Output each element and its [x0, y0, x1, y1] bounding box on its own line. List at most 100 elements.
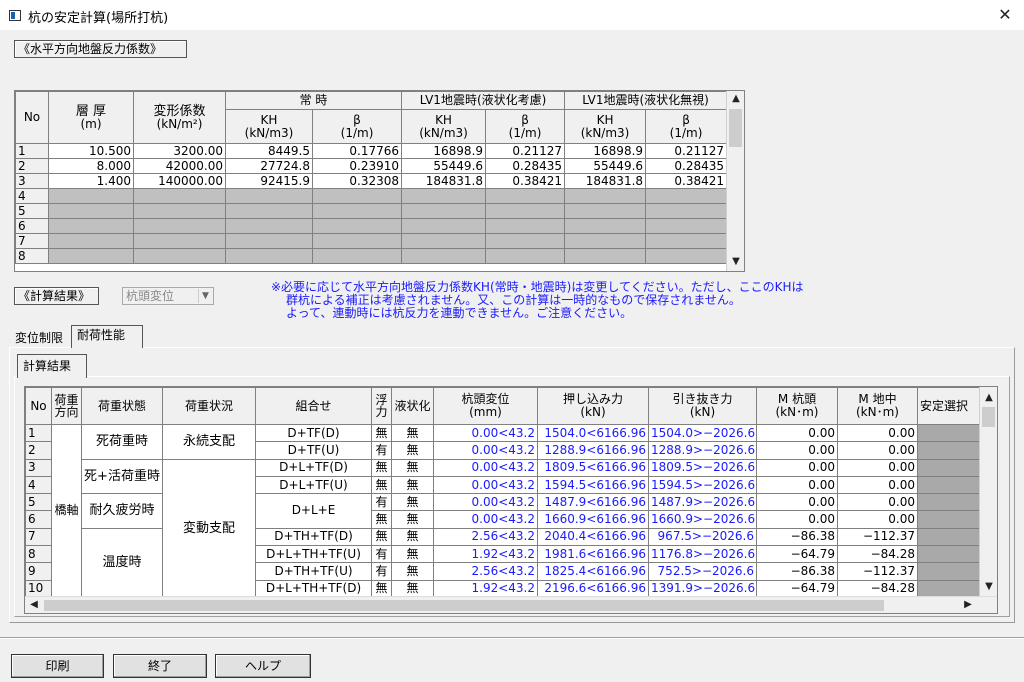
data-cell[interactable]	[401, 233, 487, 249]
data-cell[interactable]	[311, 203, 403, 219]
data-cell[interactable]	[311, 218, 403, 234]
stability-select-cell[interactable]	[917, 441, 982, 460]
data-cell[interactable]: 184831.8	[564, 173, 647, 189]
data-cell[interactable]	[564, 218, 647, 234]
data-cell[interactable]: 16898.9	[401, 143, 487, 159]
data-cell[interactable]: 0.28435	[485, 158, 566, 174]
data-cell[interactable]	[225, 203, 313, 219]
stability-select-cell[interactable]	[917, 510, 982, 529]
data-cell[interactable]	[225, 188, 313, 204]
data-cell[interactable]	[133, 203, 226, 219]
data-cell[interactable]	[645, 188, 728, 204]
data-cell[interactable]	[564, 248, 647, 264]
help-button[interactable]: ヘルプ	[215, 654, 311, 678]
data-cell[interactable]	[401, 188, 487, 204]
tab-displacement-limit[interactable]: 変位制限	[9, 328, 69, 348]
data-cell[interactable]	[48, 203, 134, 219]
table-row: 3 1.400 140000.00 92415.9 0.32308 184831.8 0.3…	[15, 173, 728, 189]
data-cell[interactable]	[645, 218, 728, 234]
data-cell[interactable]	[48, 188, 134, 204]
data-cell[interactable]: 0.38421	[485, 173, 566, 189]
data-cell[interactable]	[485, 218, 566, 234]
data-cell[interactable]	[401, 248, 487, 264]
scroll-right-icon[interactable]: ▶	[960, 597, 976, 613]
data-cell[interactable]: 140000.00	[133, 173, 226, 189]
row-number: 1	[25, 423, 52, 443]
buoyancy-cell: 有	[371, 441, 392, 460]
data-cell[interactable]	[401, 203, 487, 219]
data-cell[interactable]	[645, 233, 728, 249]
data-cell[interactable]: 16898.9	[564, 143, 647, 159]
data-cell[interactable]: 0.21127	[485, 143, 566, 159]
data-cell[interactable]	[225, 218, 313, 234]
scroll-down-icon[interactable]: ▼	[728, 254, 744, 270]
data-cell[interactable]	[48, 248, 134, 264]
data-cell[interactable]: 184831.8	[401, 173, 487, 189]
data-cell[interactable]: 8.000	[48, 158, 134, 174]
data-cell[interactable]	[401, 218, 487, 234]
data-cell[interactable]: 92415.9	[225, 173, 313, 189]
data-cell[interactable]: 55449.6	[564, 158, 647, 174]
scroll-left-icon[interactable]: ◀	[26, 597, 42, 613]
data-cell[interactable]	[311, 233, 403, 249]
scroll-thumb[interactable]	[729, 109, 742, 147]
data-cell[interactable]: 3200.00	[133, 143, 226, 159]
data-cell[interactable]	[645, 248, 728, 264]
stability-select-cell[interactable]	[917, 562, 982, 581]
result-vscrollbar[interactable]: ▲ ▼	[979, 387, 997, 596]
load-direction-cell: 橋軸	[51, 424, 82, 598]
top-table-vscrollbar[interactable]: ▲ ▼	[726, 91, 744, 271]
data-cell[interactable]: 0.21127	[645, 143, 728, 159]
close-button[interactable]: ✕	[990, 3, 1020, 27]
scroll-up-icon[interactable]: ▲	[728, 91, 744, 107]
data-cell[interactable]	[133, 233, 226, 249]
data-cell[interactable]	[485, 233, 566, 249]
print-button[interactable]: 印刷	[11, 654, 104, 678]
data-cell[interactable]	[564, 233, 647, 249]
tab-load-performance[interactable]: 耐荷性能	[71, 325, 143, 348]
data-cell[interactable]	[485, 188, 566, 204]
data-cell[interactable]: 0.38421	[645, 173, 728, 189]
data-cell[interactable]	[485, 248, 566, 264]
data-cell[interactable]	[133, 188, 226, 204]
stability-select-cell[interactable]	[917, 458, 982, 477]
data-cell[interactable]	[311, 248, 403, 264]
data-cell[interactable]: 0.23910	[311, 158, 403, 174]
data-cell[interactable]	[645, 203, 728, 219]
stability-select-cell[interactable]	[917, 423, 982, 443]
end-button[interactable]: 終了	[113, 654, 207, 678]
data-cell[interactable]: 10.500	[48, 143, 134, 159]
buoyancy-cell: 無	[371, 423, 392, 443]
data-cell[interactable]: 0.17766	[311, 143, 403, 159]
chevron-down-icon[interactable]: ▼	[198, 289, 212, 303]
result-hscrollbar[interactable]: ◀ ▶	[25, 596, 997, 613]
data-cell[interactable]	[48, 233, 134, 249]
data-cell[interactable]	[564, 203, 647, 219]
data-cell[interactable]	[133, 248, 226, 264]
data-cell[interactable]	[311, 188, 403, 204]
data-cell[interactable]: 42000.00	[133, 158, 226, 174]
scroll-up-icon[interactable]: ▲	[981, 390, 997, 406]
scroll-thumb[interactable]	[982, 407, 995, 427]
scroll-down-icon[interactable]: ▼	[981, 579, 997, 595]
data-cell[interactable]	[225, 248, 313, 264]
data-cell[interactable]	[485, 203, 566, 219]
data-cell[interactable]: 27724.8	[225, 158, 313, 174]
data-cell[interactable]	[225, 233, 313, 249]
data-cell[interactable]: 0.32308	[311, 173, 403, 189]
data-cell[interactable]: 0.28435	[645, 158, 728, 174]
result-type-select[interactable]: 杭頭変位 ▼	[122, 287, 214, 305]
data-cell[interactable]	[564, 188, 647, 204]
data-cell[interactable]: 8449.5	[225, 143, 313, 159]
stability-select-cell[interactable]	[917, 527, 982, 547]
tab-calc-result[interactable]: 計算結果	[17, 354, 87, 378]
stability-select-cell[interactable]	[917, 579, 982, 598]
data-cell[interactable]: 55449.6	[401, 158, 487, 174]
stability-select-cell[interactable]	[917, 545, 982, 564]
data-cell[interactable]: 1.400	[48, 173, 134, 189]
data-cell[interactable]	[133, 218, 226, 234]
data-cell[interactable]	[48, 218, 134, 234]
hscroll-thumb[interactable]	[44, 600, 884, 611]
stability-select-cell[interactable]	[917, 475, 982, 495]
stability-select-cell[interactable]	[917, 493, 982, 512]
